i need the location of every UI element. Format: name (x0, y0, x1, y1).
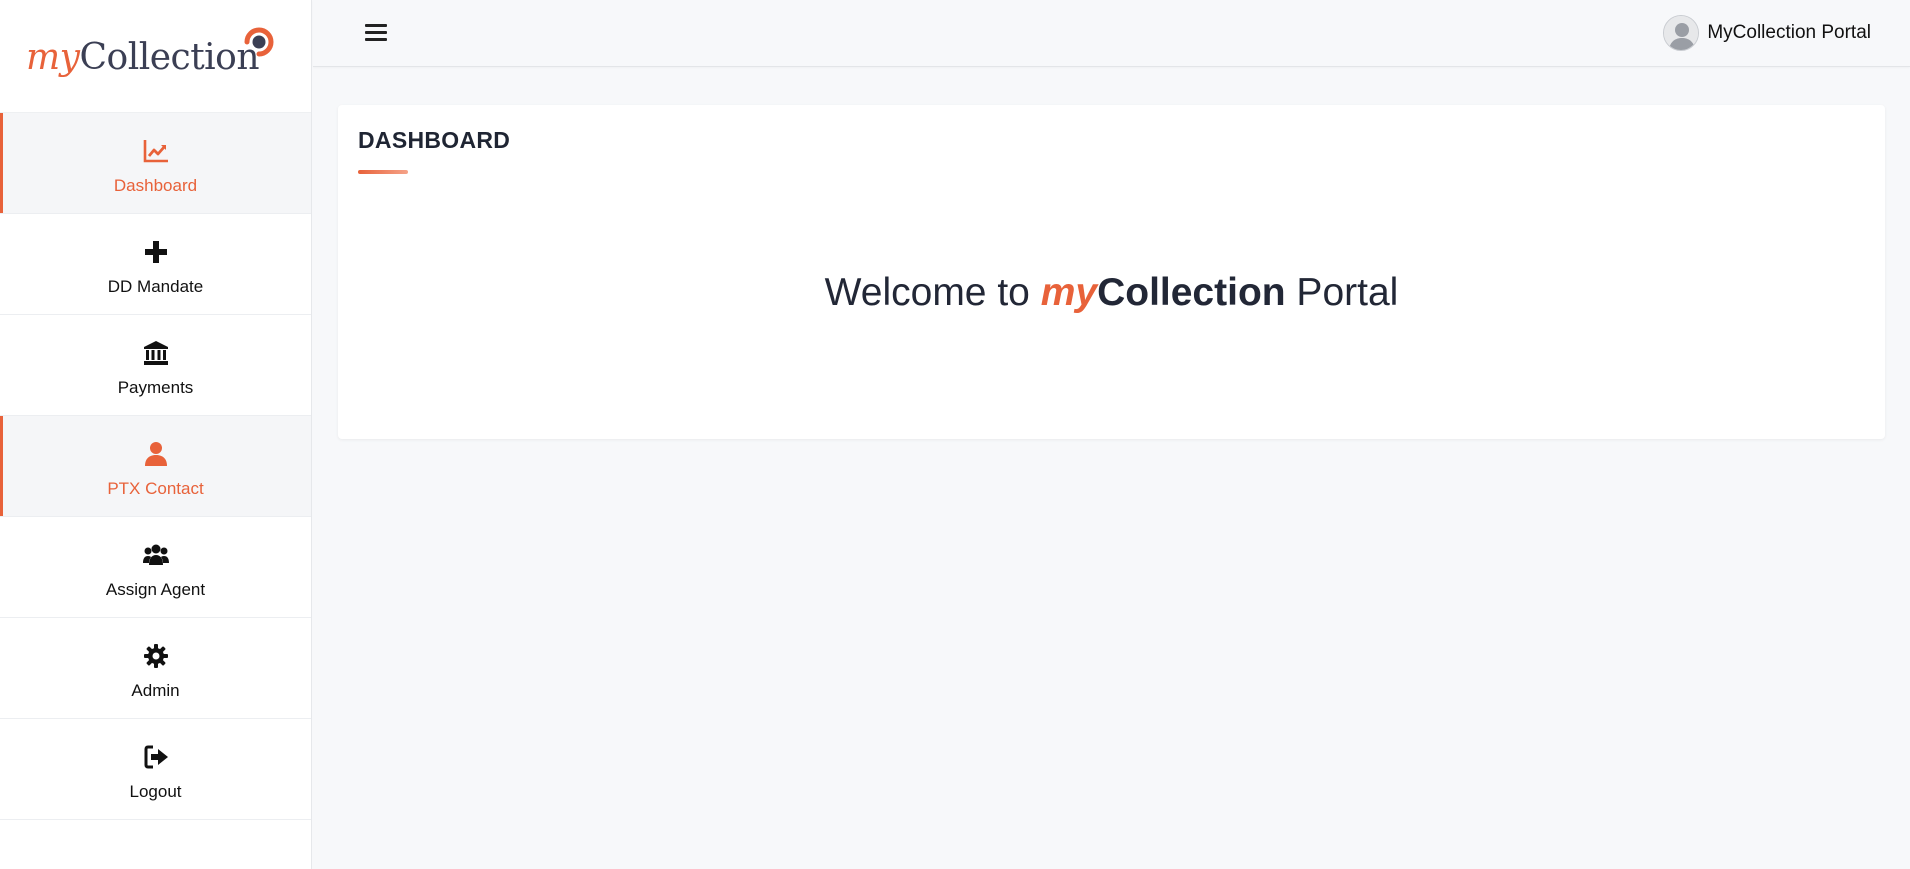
sidebar-item-label: Admin (131, 681, 180, 700)
avatar-icon (1663, 15, 1700, 51)
gear-icon (141, 641, 171, 671)
sidebar-item-logout[interactable]: Logout (0, 719, 311, 820)
bank-icon (141, 338, 171, 368)
sidebar-item-label: PTX Contact (107, 479, 204, 498)
welcome-suffix: Portal (1285, 271, 1399, 314)
welcome-collection: Collection (1097, 271, 1286, 314)
sign-out-icon (141, 742, 171, 772)
welcome-my: my (1040, 271, 1098, 314)
sidebar-item-dashboard[interactable]: Dashboard (0, 113, 311, 214)
sidebar-item-payments[interactable]: Payments (0, 315, 311, 416)
sidebar-item-dd-mandate[interactable]: DD Mandate (0, 214, 311, 315)
users-icon (141, 540, 171, 570)
logo-collection: Collection (79, 37, 260, 78)
user-menu[interactable]: MyCollection Portal (1663, 15, 1871, 51)
user-name: MyCollection Portal (1707, 22, 1871, 43)
title-underline (358, 170, 408, 174)
sidebar-item-label: Assign Agent (105, 580, 206, 599)
logo-mark-icon (244, 27, 274, 57)
sidebar-item-label: DD Mandate (107, 277, 204, 296)
logo-my: my (26, 37, 80, 78)
sidebar: myCollection Dashboard DD Mandate Paymen… (0, 0, 312, 869)
brand-logo[interactable]: myCollection (0, 0, 311, 113)
sidebar-item-label: Dashboard (113, 176, 198, 195)
page-title: DASHBOARD (358, 127, 511, 153)
chart-line-icon (141, 136, 171, 166)
hamburger-icon[interactable] (365, 24, 387, 44)
user-icon (141, 439, 171, 469)
plus-icon (141, 237, 171, 267)
top-bar: MyCollection Portal (313, 0, 1910, 67)
dashboard-card: DASHBOARD Welcome to myCollection Portal (338, 105, 1885, 439)
sidebar-item-assign-agent[interactable]: Assign Agent (0, 517, 311, 618)
sidebar-item-ptx-contact[interactable]: PTX Contact (0, 416, 311, 517)
sidebar-item-label: Payments (117, 378, 194, 397)
logo-text: myCollection (26, 37, 260, 78)
welcome-prefix: Welcome to (824, 271, 1041, 314)
welcome-message: Welcome to myCollection Portal (338, 271, 1885, 315)
sidebar-item-label: Logout (129, 782, 182, 801)
sidebar-item-admin[interactable]: Admin (0, 618, 311, 719)
